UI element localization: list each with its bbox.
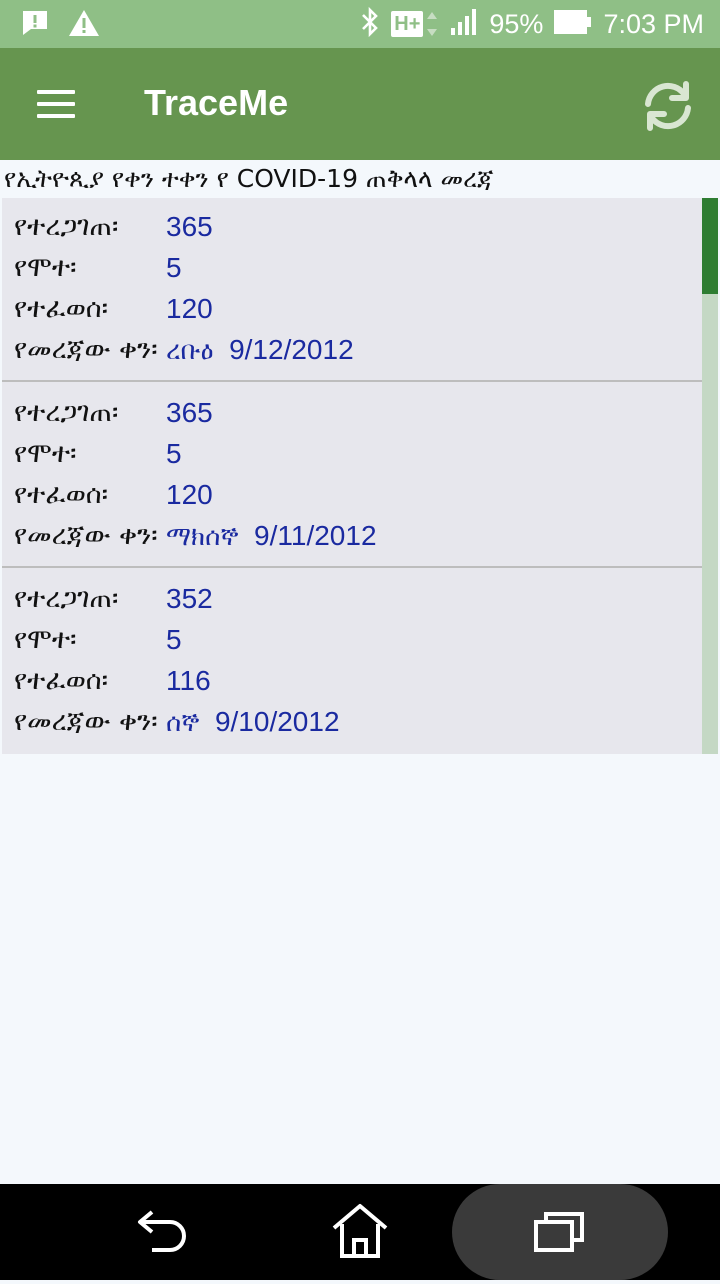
deaths-label: የሞተ፡ xyxy=(14,438,77,469)
weekday: ማክሰኞ xyxy=(166,522,239,552)
recovered-label: የተፈወሰ፡ xyxy=(14,479,109,510)
recovered-value: 116 xyxy=(166,665,211,696)
refresh-button[interactable] xyxy=(636,74,700,138)
report-card[interactable]: የተረጋገጠ፡ 365 የሞተ፡ 5 የተፈወሰ፡ 120 የመረጃው ቀን፡ … xyxy=(2,384,702,568)
hamburger-menu-icon xyxy=(37,90,75,94)
scrollbar-thumb[interactable] xyxy=(702,198,718,294)
recovered-value: 120 xyxy=(166,293,213,324)
confirmed-value: 365 xyxy=(166,211,213,242)
status-bar: H+ 95% 7:03 PM xyxy=(0,0,720,48)
navigation-bar xyxy=(0,1184,720,1280)
battery-icon xyxy=(553,7,593,41)
back-button[interactable] xyxy=(112,1184,208,1280)
confirmed-value: 352 xyxy=(166,583,213,614)
recovered-value: 120 xyxy=(166,479,213,510)
recents-button[interactable] xyxy=(452,1184,668,1280)
battery-percent: 95% xyxy=(489,8,544,39)
message-alert-icon xyxy=(20,8,50,42)
network-type-icon: H+ xyxy=(391,9,439,39)
report-card[interactable]: የተረጋገጠ፡ 365 የሞተ፡ 5 የተፈወሰ፡ 120 የመረጃው ቀን፡ … xyxy=(2,198,702,382)
hamburger-line xyxy=(37,114,75,118)
date: 9/12/2012 xyxy=(229,334,354,365)
confirmed-label: የተረጋገጠ፡ xyxy=(14,397,119,428)
date-label: የመረጃው ቀን፡ xyxy=(14,706,158,737)
home-icon xyxy=(332,1204,388,1258)
signal-icon xyxy=(449,7,479,41)
refresh-icon xyxy=(645,81,691,131)
home-button[interactable] xyxy=(312,1184,408,1280)
recents-icon xyxy=(534,1212,584,1252)
weekday: ረቡዕ xyxy=(166,336,214,366)
confirmed-value: 365 xyxy=(166,397,213,428)
menu-button[interactable] xyxy=(24,76,88,132)
app-title: TraceMe xyxy=(144,82,289,123)
back-icon xyxy=(138,1210,186,1252)
network-type-label: H+ xyxy=(391,11,424,37)
weekday: ሰኞ xyxy=(166,708,200,738)
deaths-label: የሞተ፡ xyxy=(14,624,77,655)
clock: 7:03 PM xyxy=(603,8,704,39)
date-label: የመረጃው ቀን፡ xyxy=(14,334,158,365)
warning-icon xyxy=(68,8,100,42)
deaths-value: 5 xyxy=(166,438,182,469)
date-value: ሰኞ 9/10/2012 xyxy=(166,706,340,739)
date-label: የመረጃው ቀን፡ xyxy=(14,520,158,551)
confirmed-label: የተረጋገጠ፡ xyxy=(14,211,119,242)
report-list[interactable]: የተረጋገጠ፡ 365 የሞተ፡ 5 የተፈወሰ፡ 120 የመረጃው ቀን፡ … xyxy=(2,198,718,754)
report-card[interactable]: የተረጋገጠ፡ 352 የሞተ፡ 5 የተፈወሰ፡ 116 የመረጃው ቀን፡ … xyxy=(2,570,702,754)
deaths-value: 5 xyxy=(166,624,182,655)
app-bar: TraceMe xyxy=(0,48,720,160)
scrollbar-track[interactable] xyxy=(702,198,718,754)
deaths-label: የሞተ፡ xyxy=(14,252,77,283)
recovered-label: የተፈወሰ፡ xyxy=(14,665,109,696)
date: 9/10/2012 xyxy=(214,706,340,737)
date: 9/11/2012 xyxy=(254,520,377,551)
recovered-label: የተፈወሰ፡ xyxy=(14,293,109,324)
bluetooth-icon xyxy=(359,6,381,42)
date-value: ማክሰኞ 9/11/2012 xyxy=(166,520,377,553)
date-value: ረቡዕ 9/12/2012 xyxy=(166,334,354,367)
page-heading: የኢትዮጲያ የቀን ተቀን የ COVID-19 ጠቅላላ መረጃ xyxy=(4,164,494,193)
confirmed-label: የተረጋገጠ፡ xyxy=(14,583,119,614)
deaths-value: 5 xyxy=(166,252,182,283)
hamburger-line xyxy=(37,102,75,106)
